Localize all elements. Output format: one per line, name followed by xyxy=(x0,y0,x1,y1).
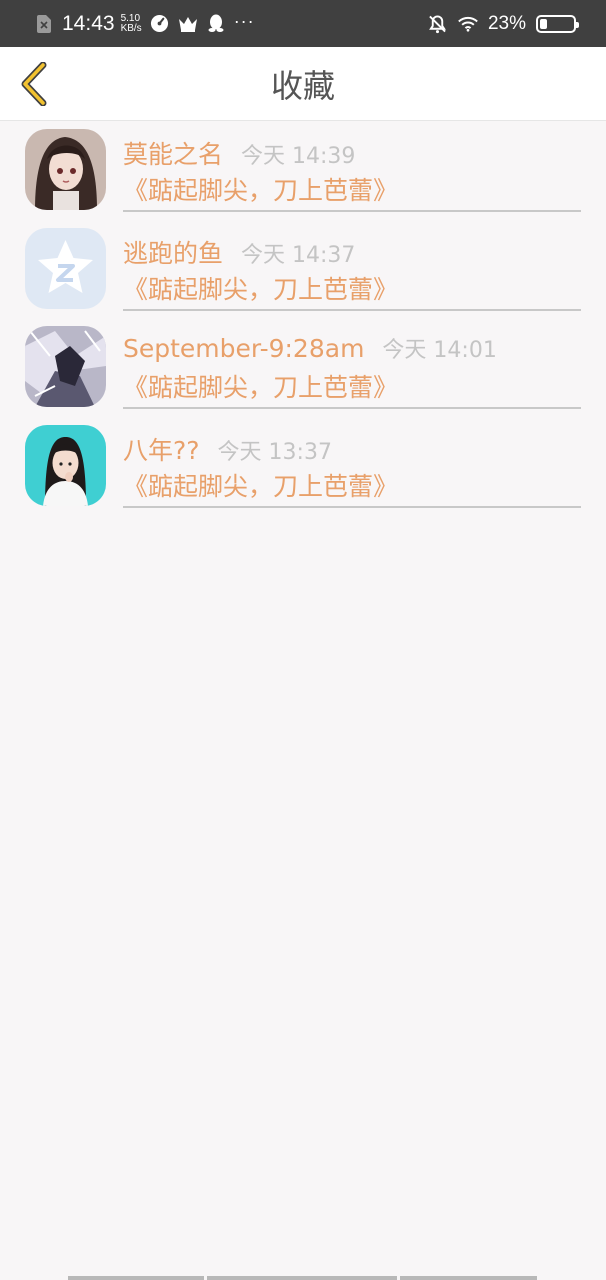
gesture-bar-segment xyxy=(400,1276,537,1280)
bottom-gesture-bar xyxy=(68,1276,537,1280)
more-notifications-dots: ··· xyxy=(233,10,255,31)
gesture-bar-segment xyxy=(207,1276,397,1280)
list-item-content: 八年?? 今天 13:37 《踮起脚尖，刀上芭蕾》 xyxy=(123,417,581,508)
user-name: September-9:28am xyxy=(123,334,365,363)
favorites-list: 莫能之名 今天 14:39 《踮起脚尖，刀上芭蕾》 逃跑的鱼 今天 14:37 … xyxy=(0,121,606,515)
speedometer-icon xyxy=(150,14,170,34)
timestamp: 今天 13:37 xyxy=(217,439,332,465)
user-name: 逃跑的鱼 xyxy=(123,238,224,268)
back-button[interactable] xyxy=(14,61,54,107)
page-title: 收藏 xyxy=(270,66,335,105)
work-title: 《踮起脚尖，刀上芭蕾》 xyxy=(123,176,399,205)
list-item[interactable]: September-9:28am 今天 14:01 《踮起脚尖，刀上芭蕾》 xyxy=(0,318,606,417)
status-time: 14:43 xyxy=(62,11,115,35)
sim-off-icon xyxy=(34,14,54,34)
avatar[interactable] xyxy=(25,129,106,210)
work-title: 《踮起脚尖，刀上芭蕾》 xyxy=(123,274,399,304)
bell-off-icon xyxy=(428,14,448,34)
avatar[interactable] xyxy=(25,326,106,407)
work-title: 《踮起脚尖，刀上芭蕾》 xyxy=(123,373,399,402)
chevron-left-icon xyxy=(21,62,47,106)
list-item[interactable]: 八年?? 今天 13:37 《踮起脚尖，刀上芭蕾》 xyxy=(0,417,606,516)
crown-icon xyxy=(178,14,198,34)
battery-icon xyxy=(536,14,579,33)
qq-penguin-icon xyxy=(206,14,226,34)
header-bar: 收藏 xyxy=(0,47,606,121)
network-speed-value: 5.10 xyxy=(120,12,141,24)
gesture-bar-segment xyxy=(68,1276,204,1280)
timestamp: 今天 14:39 xyxy=(241,144,356,169)
work-title: 《踮起脚尖，刀上芭蕾》 xyxy=(123,471,399,501)
network-speed-unit: KB/s xyxy=(120,22,142,34)
list-item-content: 莫能之名 今天 14:39 《踮起脚尖，刀上芭蕾》 xyxy=(123,121,581,212)
status-bar: 14:43 5.10 KB/s ··· 23% xyxy=(0,0,606,47)
timestamp: 今天 14:37 xyxy=(241,242,356,268)
avatar[interactable] xyxy=(25,424,106,506)
network-speed: 5.10 KB/s xyxy=(120,12,142,34)
list-item[interactable]: 逃跑的鱼 今天 14:37 《踮起脚尖，刀上芭蕾》 xyxy=(0,220,606,319)
list-item[interactable]: 莫能之名 今天 14:39 《踮起脚尖，刀上芭蕾》 xyxy=(0,121,606,220)
list-item-content: September-9:28am 今天 14:01 《踮起脚尖，刀上芭蕾》 xyxy=(123,318,581,409)
timestamp: 今天 14:01 xyxy=(382,338,497,363)
battery-percent: 23% xyxy=(487,12,526,34)
user-name: 莫能之名 xyxy=(123,140,224,169)
user-name: 八年?? xyxy=(123,435,200,465)
avatar[interactable] xyxy=(25,227,106,309)
wifi-icon xyxy=(458,14,478,34)
list-item-content: 逃跑的鱼 今天 14:37 《踮起脚尖，刀上芭蕾》 xyxy=(123,220,581,311)
battery-fill xyxy=(540,18,548,29)
